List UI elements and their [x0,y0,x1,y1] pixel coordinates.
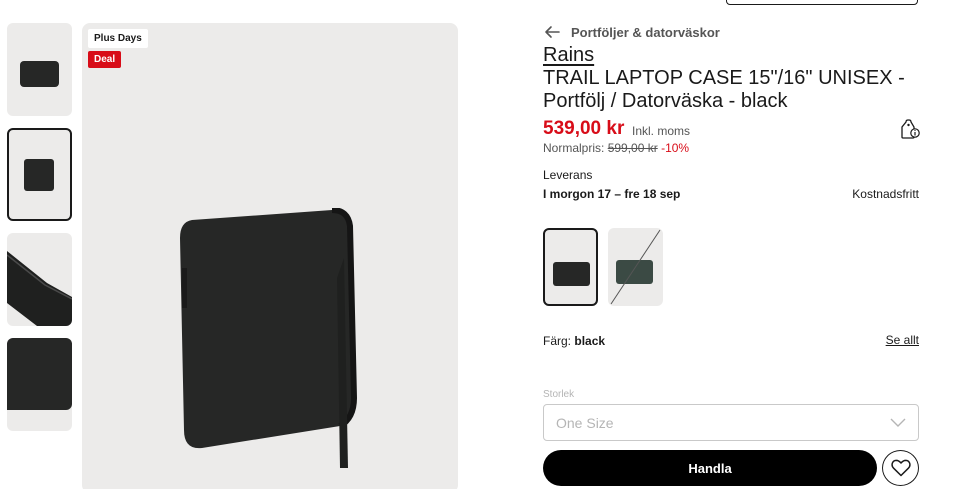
product-title: TRAIL LAPTOP CASE 15"/16" UNISEX - Portf… [543,67,905,112]
wishlist-button[interactable] [882,450,919,486]
main-product-image[interactable]: Plus Days Deal [82,23,458,489]
product-price: 539,00 kr [543,118,625,139]
unavailable-strike [610,229,661,305]
price-tag-info-icon[interactable] [900,118,920,140]
arrow-left-icon[interactable] [543,23,561,41]
brand-link[interactable]: Rains [543,44,594,67]
color-variant-unavailable[interactable] [608,228,663,306]
color-row: Färg: black [543,334,605,348]
color-value: black [574,334,606,348]
chevron-down-icon [890,418,906,427]
top-partial-box [726,0,918,5]
color-variant-black[interactable] [543,228,598,306]
size-value: One Size [556,414,614,431]
plus-days-badge: Plus Days [88,29,148,48]
thumbnail-list [7,23,72,443]
normal-price-row: Normalpris: 599,00 kr -10% [543,141,689,155]
breadcrumb-label[interactable]: Portföljer & datorväskor [571,25,720,40]
deal-badge: Deal [88,51,122,68]
buy-button[interactable]: Handla [543,450,877,486]
size-select[interactable]: One Size [543,404,919,441]
laptop-case-image [180,208,358,468]
color-label: Färg: [543,334,572,348]
normal-price-label: Normalpris: [543,141,605,155]
thumbnail-3[interactable] [7,233,72,326]
thumbnail-1[interactable] [7,23,72,116]
variant-image [553,262,590,286]
thumbnail-2[interactable] [7,128,72,221]
normal-price: 599,00 kr [607,141,658,155]
delivery-cost: Kostnadsfritt [852,187,919,201]
delivery-dates: I morgon 17 – fre 18 sep [543,187,681,201]
see-all-link[interactable]: Se allt [886,333,919,347]
heart-icon [890,459,911,477]
incl-vat-label: Inkl. moms [632,124,691,138]
delivery-label: Leverans [543,168,593,182]
discount-percent: -10% [661,141,690,155]
breadcrumb[interactable]: Portföljer & datorväskor [543,23,720,41]
thumbnail-4[interactable] [7,338,72,431]
size-label: Storlek [543,389,575,400]
